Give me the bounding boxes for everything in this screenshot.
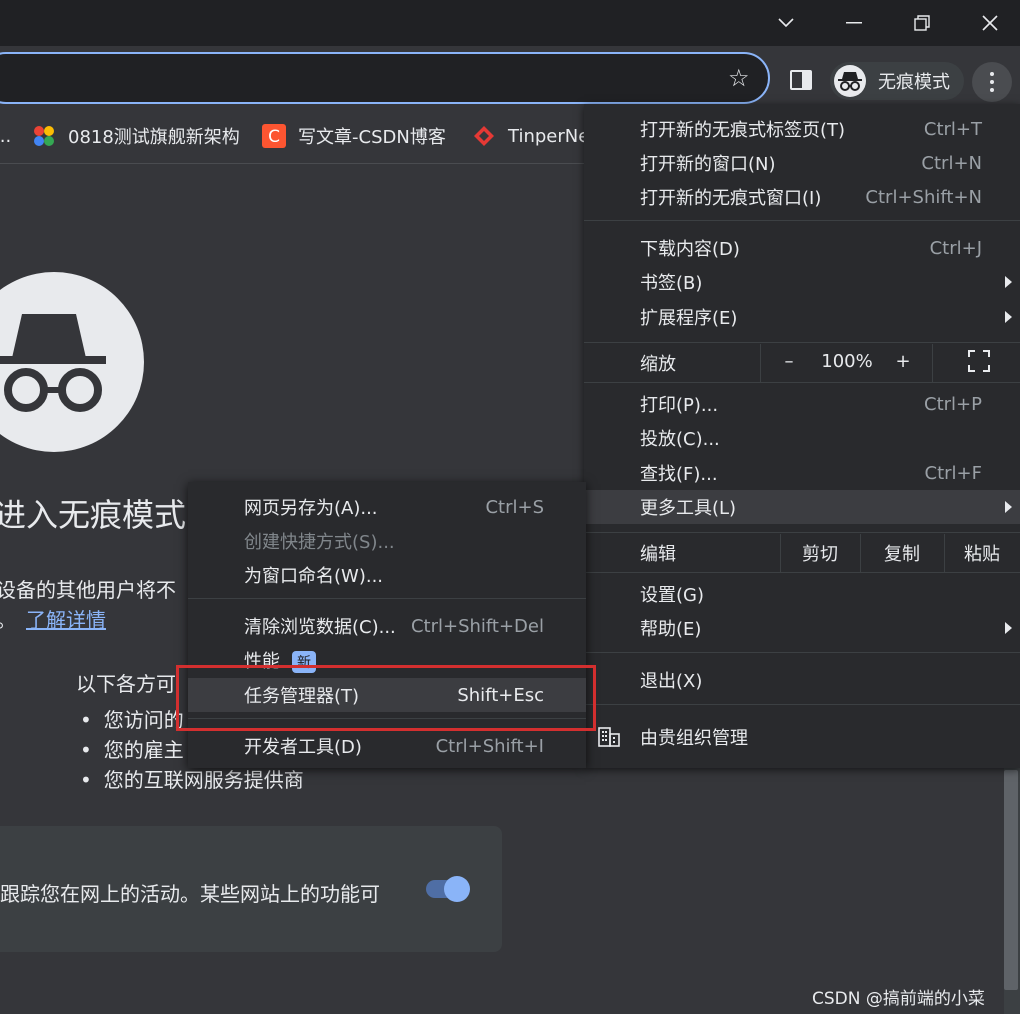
copy-button[interactable]: 复制 — [860, 540, 944, 566]
menu-separator — [584, 220, 1020, 221]
list-heading: 以下各方可 — [76, 672, 176, 696]
submenu-item-task-manager[interactable]: 任务管理器(T) Shift+Esc — [188, 678, 586, 712]
watermark: CSDN @搞前端的小菜 — [812, 989, 985, 1009]
bookmark-item[interactable]: TinperNe — [472, 122, 589, 150]
page-title: 进入无痕模式 — [0, 496, 187, 534]
menu-edit-row: 编辑 剪切 复制 粘贴 — [584, 534, 1020, 572]
menu-item-managed-by-org[interactable]: 由贵组织管理 — [584, 720, 1020, 754]
menu-separator — [584, 652, 1020, 653]
restore-button[interactable] — [888, 0, 956, 46]
menu-item-cast[interactable]: 投放(C)... — [584, 421, 1020, 455]
menu-item-help[interactable]: 帮助(E) — [584, 611, 1020, 645]
card-text: 跟踪您在网上的活动。某些网站上的功能可 — [0, 882, 380, 906]
toolbar: ☆ 无痕模式 — [0, 46, 1020, 108]
bookmark-item[interactable]: ... — [0, 122, 11, 150]
bookmark-item[interactable]: 0818测试旗舰新架构 — [32, 122, 240, 150]
fullscreen-button[interactable] — [964, 344, 994, 378]
zoom-in-button[interactable]: + — [888, 344, 918, 378]
restore-icon — [914, 15, 930, 31]
colorful-dots-icon — [34, 126, 54, 146]
menu-item-new-window[interactable]: 打开新的窗口(N) Ctrl+N — [584, 146, 1020, 180]
submenu-item-performance[interactable]: 性能新 — [188, 643, 586, 677]
menu-separator — [188, 718, 586, 719]
menu-item-new-incognito-window[interactable]: 打开新的无痕式窗口(I) Ctrl+Shift+N — [584, 180, 1020, 214]
bookmark-item[interactable]: C 写文章-CSDN博客 — [262, 122, 446, 150]
incognito-label: 无痕模式 — [878, 72, 950, 93]
incognito-profile-chip[interactable]: 无痕模式 — [830, 62, 964, 100]
menu-separator — [188, 598, 586, 599]
zoom-out-button[interactable]: – — [774, 344, 804, 378]
kebab-dot — [990, 88, 994, 92]
menu-item-extensions[interactable]: 扩展程序(E) — [584, 300, 1020, 334]
side-panel-icon[interactable] — [790, 70, 812, 90]
paste-button[interactable]: 粘贴 — [944, 540, 1020, 566]
incognito-icon — [834, 65, 866, 97]
building-icon — [598, 727, 620, 747]
menu-item-exit[interactable]: 退出(X) — [584, 663, 1020, 697]
close-button[interactable] — [956, 0, 1020, 46]
submenu-arrow-icon — [1005, 311, 1012, 323]
menu-separator — [584, 572, 1020, 573]
submenu-arrow-icon — [1005, 276, 1012, 288]
menu-item-more-tools[interactable]: 更多工具(L) — [584, 490, 1020, 524]
zoom-value: 100% — [821, 350, 873, 372]
cut-button[interactable]: 剪切 — [780, 540, 860, 566]
bookmark-star-icon[interactable]: ☆ — [728, 66, 750, 90]
menu-separator — [584, 704, 1020, 705]
submenu-item-name-window[interactable]: 为窗口命名(W)... — [188, 558, 586, 592]
menu-zoom-row: 缩放 – 100% + — [584, 344, 1020, 382]
menu-vertical-separator — [932, 344, 933, 382]
page-description-line2: 。了解详情 — [0, 604, 106, 633]
more-menu-button[interactable] — [972, 62, 1012, 102]
menu-item-settings[interactable]: 设置(G) — [584, 577, 1020, 611]
menu-item-new-incognito-tab[interactable]: 打开新的无痕式标签页(T) Ctrl+T — [584, 112, 1020, 146]
kebab-dot — [990, 80, 994, 84]
submenu-item-clear-browsing-data[interactable]: 清除浏览数据(C)... Ctrl+Shift+Del — [188, 609, 586, 643]
menu-vertical-separator — [760, 344, 761, 382]
chevron-down-icon — [778, 18, 794, 28]
incognito-hero-icon — [0, 272, 144, 452]
minimize-icon — [846, 22, 862, 24]
menu-item-find[interactable]: 查找(F)... Ctrl+F — [584, 456, 1020, 490]
minimize-button[interactable] — [820, 0, 888, 46]
edit-label: 编辑 — [640, 544, 676, 565]
menu-separator — [584, 532, 1020, 533]
new-badge: 新 — [292, 651, 316, 673]
menu-item-downloads[interactable]: 下载内容(D) Ctrl+J — [584, 231, 1020, 265]
third-party-cookies-card: 跟踪您在网上的活动。某些网站上的功能可 — [0, 826, 502, 952]
zoom-label: 缩放 — [640, 354, 676, 375]
submenu-arrow-icon — [1005, 501, 1012, 513]
csdn-c-icon: C — [262, 124, 286, 148]
learn-more-link[interactable]: 了解详情 — [26, 608, 106, 632]
tinper-icon — [474, 126, 494, 146]
close-icon — [982, 15, 998, 31]
menu-separator — [584, 342, 1020, 343]
submenu-item-developer-tools[interactable]: 开发者工具(D) Ctrl+Shift+I — [188, 729, 586, 763]
scrollbar-thumb[interactable] — [1004, 770, 1018, 990]
more-tools-submenu: 网页另存为(A)... Ctrl+S 创建快捷方式(S)... 为窗口命名(W)… — [188, 482, 586, 768]
submenu-arrow-icon — [1005, 622, 1012, 634]
svg-text:C: C — [268, 127, 280, 147]
tab-search-button[interactable] — [752, 0, 820, 46]
title-bar — [0, 0, 1020, 46]
kebab-dot — [990, 72, 994, 76]
submenu-item-create-shortcut: 创建快捷方式(S)... — [244, 532, 395, 553]
list-item: 您的互联网服务提供商 — [80, 764, 304, 794]
menu-separator — [584, 382, 1020, 383]
chrome-main-menu: 打开新的无痕式标签页(T) Ctrl+T 打开新的窗口(N) Ctrl+N 打开… — [584, 104, 1020, 768]
fullscreen-icon — [968, 350, 990, 372]
submenu-item-save-page[interactable]: 网页另存为(A)... Ctrl+S — [188, 490, 586, 524]
menu-item-bookmarks[interactable]: 书签(B) — [584, 265, 1020, 299]
page-description: 设备的其他用户将不 — [0, 578, 176, 602]
address-bar[interactable] — [0, 52, 770, 104]
menu-item-print[interactable]: 打印(P)... Ctrl+P — [584, 387, 1020, 421]
block-cookies-toggle[interactable] — [426, 876, 470, 902]
